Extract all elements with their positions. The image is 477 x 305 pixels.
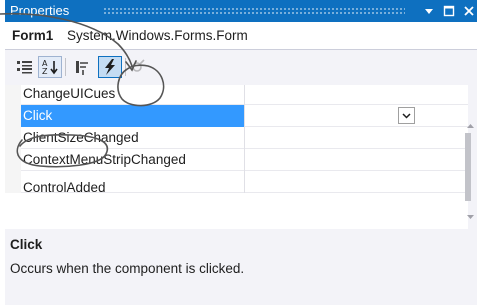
window-title: Properties (10, 3, 70, 18)
event-row-clientsizechanged[interactable]: ClientSizeChanged (5, 127, 468, 149)
property-pages-icon[interactable] (127, 56, 151, 78)
description-pane: Click Occurs when the component is click… (5, 229, 477, 305)
column-divider (244, 85, 245, 105)
svg-text:Z: Z (42, 67, 48, 76)
scroll-up-arrow-icon[interactable] (467, 116, 474, 134)
column-divider (244, 105, 245, 127)
event-name: ControlAdded (23, 180, 106, 195)
properties-window: Properties Form1 System.Windows.Forms.Fo… (5, 0, 477, 305)
object-name: Form1 (12, 28, 54, 43)
window-position-dropdown-icon[interactable] (422, 3, 436, 19)
alphabetical-icon[interactable]: A Z (38, 56, 62, 78)
event-name: ClientSizeChanged (23, 130, 139, 145)
toolbar-separator (65, 58, 66, 76)
event-row-controladded[interactable]: ControlAdded (5, 171, 468, 195)
maximize-icon[interactable] (442, 3, 456, 19)
properties-icon[interactable] (71, 56, 95, 78)
row-gutter (5, 171, 21, 193)
events-lightning-icon[interactable] (98, 56, 122, 78)
title-bar[interactable]: Properties (5, 0, 477, 22)
column-divider (244, 149, 245, 171)
event-name: ContextMenuStripChanged (23, 152, 186, 167)
row-gutter (5, 105, 21, 127)
title-bar-grip[interactable] (103, 7, 405, 15)
selection-highlight (21, 105, 244, 127)
description-text: Occurs when the component is clicked. (10, 261, 245, 276)
properties-toolbar: A Z (5, 50, 477, 84)
event-handler-dropdown-icon[interactable] (398, 107, 415, 124)
event-row-click[interactable]: Click (5, 105, 468, 127)
object-selector[interactable]: Form1 System.Windows.Forms.Form (5, 22, 477, 50)
categorized-icon[interactable] (13, 56, 37, 78)
scroll-down-arrow-icon[interactable] (467, 207, 474, 225)
row-gutter (5, 149, 21, 171)
column-divider (244, 171, 245, 193)
event-name: ChangeUICues (23, 86, 116, 101)
description-title: Click (10, 237, 43, 252)
event-row-contextmenustripchanged[interactable]: ContextMenuStripChanged (5, 149, 468, 171)
property-grid: ChangeUICues Click ClientSizeChanged Con… (5, 85, 468, 229)
scrollbar-thumb[interactable] (465, 133, 471, 201)
object-type: System.Windows.Forms.Form (67, 28, 248, 43)
row-gutter (5, 85, 21, 105)
toolbar-separator (125, 58, 126, 76)
event-row-changeuicues[interactable]: ChangeUICues (5, 85, 468, 105)
column-divider (244, 127, 245, 149)
event-name: Click (23, 108, 53, 123)
row-gutter (5, 127, 21, 149)
close-icon[interactable] (462, 3, 476, 19)
